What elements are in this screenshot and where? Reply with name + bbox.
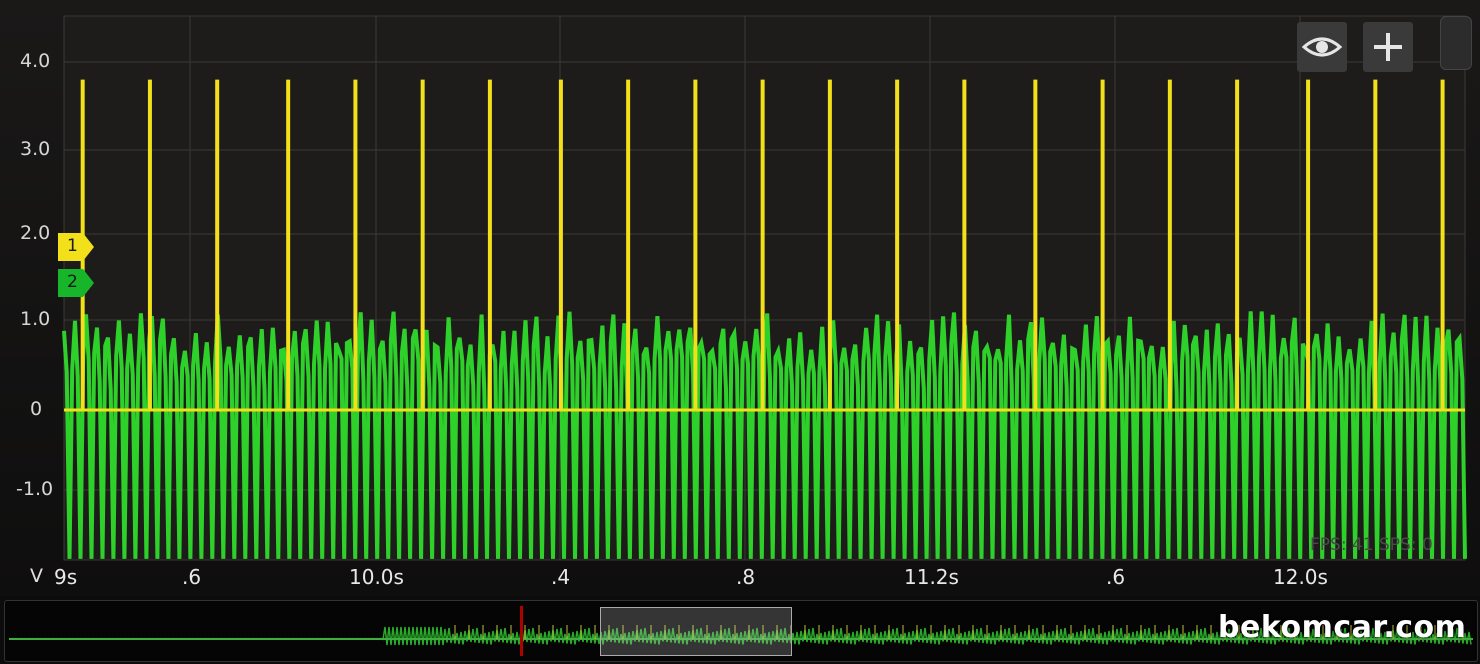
y-tick-label: 2.0: [20, 222, 51, 244]
x-tick-label: 11.2s: [904, 565, 959, 589]
y-tick-label: -1.0: [16, 478, 54, 500]
x-tick-label: 10.0s: [349, 565, 404, 589]
channel-1-label: 1: [67, 236, 78, 256]
overview-viewport-window[interactable]: [600, 607, 792, 656]
side-panel-handle[interactable]: [1440, 16, 1472, 70]
channel-2-marker[interactable]: 2: [57, 268, 95, 298]
x-tick-label: .6: [182, 565, 202, 589]
x-tick-label: .4: [551, 565, 571, 589]
playhead-marker[interactable]: [520, 606, 523, 656]
channel-2-label: 2: [67, 272, 78, 292]
x-tick-label: 9s: [54, 565, 78, 589]
channel-1-marker[interactable]: 1: [57, 232, 95, 262]
y-tick-label: 4.0: [20, 50, 51, 72]
add-channel-button[interactable]: [1363, 22, 1413, 72]
fps-sps-readout: FPS: 41 SPS: 0: [1310, 535, 1433, 555]
x-tick-label: .6: [1106, 565, 1126, 589]
plus-icon: [1374, 33, 1402, 61]
y-tick-label: 3.0: [20, 138, 51, 160]
eye-icon: [1301, 37, 1343, 57]
y-unit-label: V: [30, 565, 43, 587]
y-tick-label: 1.0: [20, 308, 51, 330]
y-tick-label: 0: [30, 398, 43, 420]
x-tick-label: 12.0s: [1273, 565, 1328, 589]
visibility-button[interactable]: [1297, 22, 1347, 72]
scope-plot[interactable]: [0, 0, 1480, 596]
x-tick-label: .8: [736, 565, 756, 589]
watermark: bekomcar.com: [1218, 610, 1467, 645]
